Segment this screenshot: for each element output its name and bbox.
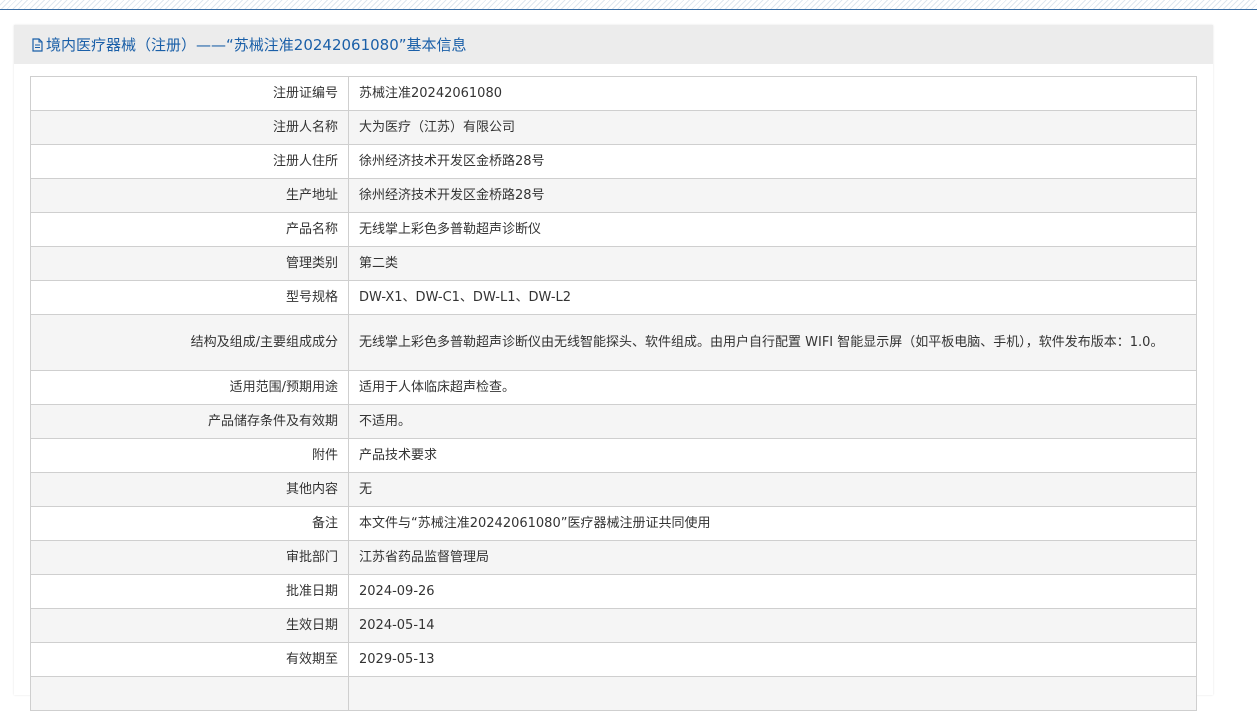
panel-title: 境内医疗器械（注册）——“苏械注准20242061080”基本信息: [46, 36, 467, 54]
table-row: 生效日期 2024-05-14: [30, 608, 1197, 643]
table-row: [30, 676, 1197, 711]
table-row: 附件 产品技术要求: [30, 438, 1197, 473]
table-row: 注册人住所 徐州经济技术开发区金桥路28号: [30, 144, 1197, 179]
row-label: 批准日期: [30, 574, 349, 609]
table-row: 管理类别 第二类: [30, 246, 1197, 281]
table-row: 其他内容 无: [30, 472, 1197, 507]
row-label: 结构及组成/主要组成成分: [30, 314, 349, 371]
table-row: 产品储存条件及有效期 不适用。: [30, 404, 1197, 439]
row-label: 生效日期: [30, 608, 349, 643]
row-label: 附件: [30, 438, 349, 473]
row-label: 管理类别: [30, 246, 349, 281]
row-label: 产品储存条件及有效期: [30, 404, 349, 439]
info-panel: 境内医疗器械（注册）——“苏械注准20242061080”基本信息 注册证编号 …: [14, 25, 1213, 711]
row-label: 其他内容: [30, 472, 349, 507]
row-value: 徐州经济技术开发区金桥路28号: [348, 144, 1197, 179]
row-value: 2029-05-13: [348, 642, 1197, 677]
row-value: 无线掌上彩色多普勒超声诊断仪由无线智能探头、软件组成。由用户自行配置 WIFI …: [348, 314, 1197, 371]
table-row: 适用范围/预期用途 适用于人体临床超声检查。: [30, 370, 1197, 405]
table-row: 有效期至 2029-05-13: [30, 642, 1197, 677]
row-value: 苏械注准20242061080: [348, 76, 1197, 111]
table-row: 注册人名称 大为医疗（江苏）有限公司: [30, 110, 1197, 145]
row-value: 江苏省药品监督管理局: [348, 540, 1197, 575]
table-row: 审批部门 江苏省药品监督管理局: [30, 540, 1197, 575]
row-label: 有效期至: [30, 642, 349, 677]
row-label: 适用范围/预期用途: [30, 370, 349, 405]
document-icon: [31, 37, 44, 52]
table-row: 注册证编号 苏械注准20242061080: [30, 76, 1197, 111]
row-label: 注册人住所: [30, 144, 349, 179]
table-row: 结构及组成/主要组成成分 无线掌上彩色多普勒超声诊断仪由无线智能探头、软件组成。…: [30, 314, 1197, 371]
row-value: 适用于人体临床超声检查。: [348, 370, 1197, 405]
row-label: 备注: [30, 506, 349, 541]
table-row: 型号规格 DW-X1、DW-C1、DW-L1、DW-L2: [30, 280, 1197, 315]
table-row: 生产地址 徐州经济技术开发区金桥路28号: [30, 178, 1197, 213]
row-label: [30, 676, 349, 711]
row-value: 产品技术要求: [348, 438, 1197, 473]
row-value: DW-X1、DW-C1、DW-L1、DW-L2: [348, 280, 1197, 315]
row-label: 生产地址: [30, 178, 349, 213]
top-decorative-stripe: [0, 0, 1257, 10]
row-value: 不适用。: [348, 404, 1197, 439]
table-row: 批准日期 2024-09-26: [30, 574, 1197, 609]
panel-header: 境内医疗器械（注册）——“苏械注准20242061080”基本信息: [14, 25, 1213, 64]
row-label: 产品名称: [30, 212, 349, 247]
row-value: 2024-05-14: [348, 608, 1197, 643]
row-value: 无线掌上彩色多普勒超声诊断仪: [348, 212, 1197, 247]
row-label: 注册证编号: [30, 76, 349, 111]
table-row: 产品名称 无线掌上彩色多普勒超声诊断仪: [30, 212, 1197, 247]
row-value: 本文件与“苏械注准20242061080”医疗器械注册证共同使用: [348, 506, 1197, 541]
row-label: 注册人名称: [30, 110, 349, 145]
info-table: 注册证编号 苏械注准20242061080 注册人名称 大为医疗（江苏）有限公司…: [30, 76, 1197, 711]
row-value: [348, 676, 1197, 711]
row-value: 大为医疗（江苏）有限公司: [348, 110, 1197, 145]
row-label: 审批部门: [30, 540, 349, 575]
table-row: 备注 本文件与“苏械注准20242061080”医疗器械注册证共同使用: [30, 506, 1197, 541]
row-value: 无: [348, 472, 1197, 507]
row-label: 型号规格: [30, 280, 349, 315]
row-value: 徐州经济技术开发区金桥路28号: [348, 178, 1197, 213]
row-value: 第二类: [348, 246, 1197, 281]
row-value: 2024-09-26: [348, 574, 1197, 609]
